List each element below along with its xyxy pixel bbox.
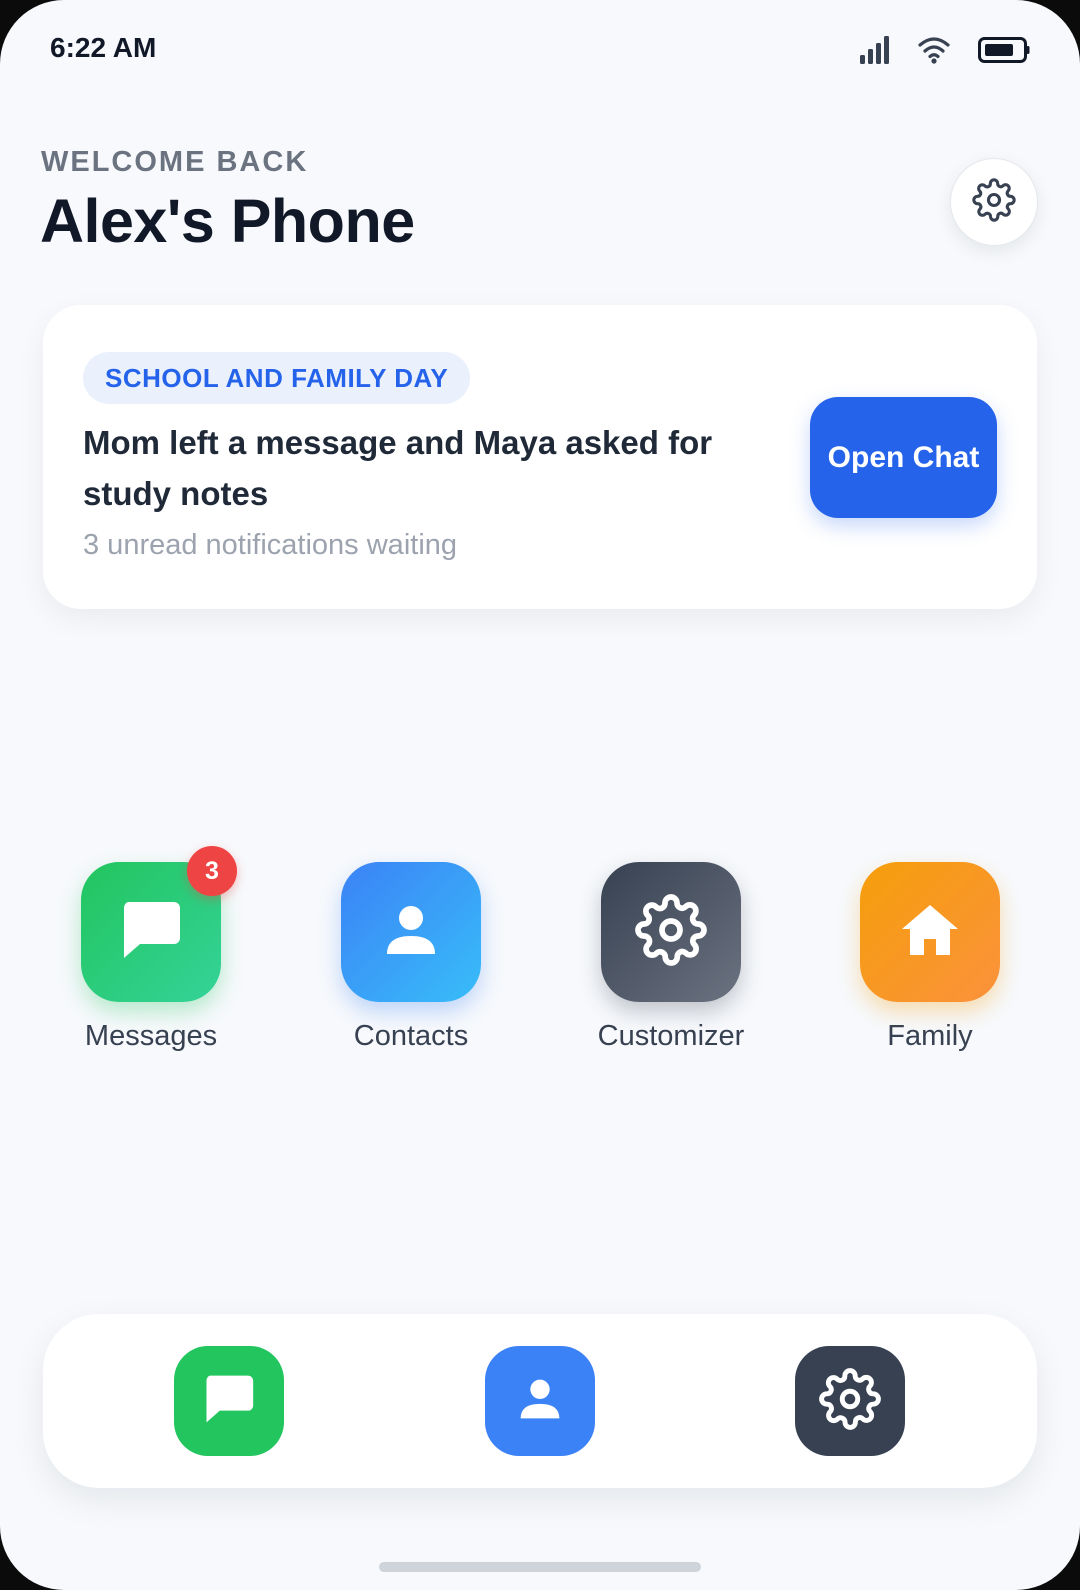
gear-icon bbox=[972, 177, 1016, 227]
status-icons bbox=[860, 36, 1030, 64]
notification-message: Mom left a message and Maya asked for st… bbox=[83, 424, 713, 512]
dock bbox=[43, 1314, 1037, 1488]
app-customizer[interactable]: Customizer bbox=[541, 862, 801, 1053]
dock-settings-button[interactable] bbox=[795, 1346, 905, 1456]
gear-icon bbox=[635, 893, 707, 971]
customizer-app-icon[interactable] bbox=[601, 862, 741, 1002]
battery-icon bbox=[978, 37, 1030, 63]
person-icon bbox=[519, 1378, 561, 1425]
phone-screen: 6:22 AM WELCOME BACK Alex's Phone SCHOOL… bbox=[0, 0, 1080, 1590]
app-label: Messages bbox=[84, 1020, 218, 1052]
page-title: Alex's Phone bbox=[40, 187, 415, 255]
status-time: 6:22 AM bbox=[50, 32, 157, 63]
chat-bubble-icon bbox=[203, 1374, 255, 1429]
app-messages[interactable]: 3 Messages bbox=[21, 846, 281, 1053]
notification-subtext: 3 unread notifications waiting bbox=[83, 529, 458, 561]
person-icon bbox=[385, 904, 437, 961]
gear-icon bbox=[819, 1367, 881, 1435]
messages-app-icon[interactable]: 3 bbox=[81, 846, 237, 1002]
family-app-icon[interactable] bbox=[860, 862, 1000, 1002]
open-chat-button[interactable]: Open Chat bbox=[810, 397, 997, 518]
contacts-app-icon[interactable] bbox=[341, 862, 481, 1002]
wifi-icon bbox=[918, 36, 950, 64]
signal-icon bbox=[860, 36, 890, 64]
unread-badge: 3 bbox=[187, 846, 237, 896]
app-family[interactable]: Family bbox=[800, 862, 1060, 1053]
home-indicator[interactable] bbox=[379, 1562, 701, 1572]
app-label: Family bbox=[887, 1020, 973, 1052]
app-label: Customizer bbox=[597, 1020, 745, 1052]
event-tag: SCHOOL AND FAMILY DAY bbox=[83, 352, 471, 404]
chat-bubble-icon bbox=[120, 900, 182, 965]
app-contacts[interactable]: Contacts bbox=[281, 862, 541, 1053]
notification-card[interactable]: SCHOOL AND FAMILY DAY Mom left a message… bbox=[43, 305, 1037, 609]
welcome-label: WELCOME BACK bbox=[41, 146, 309, 178]
settings-button[interactable] bbox=[950, 158, 1038, 246]
dock-messages-button[interactable] bbox=[174, 1346, 284, 1456]
app-label: Contacts bbox=[353, 1020, 469, 1052]
dock-contacts-button[interactable] bbox=[485, 1346, 595, 1456]
house-icon bbox=[900, 903, 960, 962]
